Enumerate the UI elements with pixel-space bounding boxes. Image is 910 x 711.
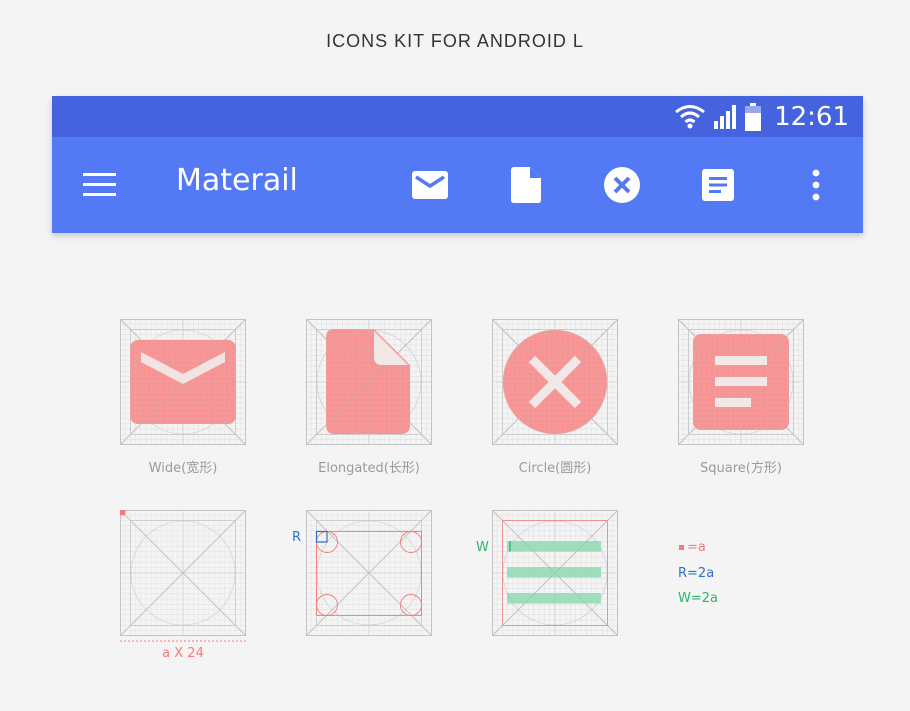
document-button[interactable]: [506, 165, 546, 205]
menu-button[interactable]: [83, 173, 117, 197]
unit-dimension-line: [120, 640, 246, 642]
overflow-menu-button[interactable]: [796, 165, 836, 205]
circle-shape-label: Circle(圆形): [518, 461, 592, 476]
page-title: ICONS KIT FOR ANDROID L: [326, 31, 584, 51]
wide-shape-label: Wide(宽形): [148, 461, 218, 476]
close-circle-icon: [604, 167, 640, 203]
square-shape-grid: [678, 319, 804, 445]
menu-icon-bar: [83, 193, 116, 196]
close-button[interactable]: [602, 165, 642, 205]
legend-unit-text: =a: [687, 540, 706, 555]
mail-button[interactable]: [410, 165, 450, 205]
menu-icon-bar: [83, 183, 116, 186]
elongated-shape-label: Elongated(长形): [318, 461, 420, 476]
app-title: Materail: [176, 163, 298, 198]
wide-shape-grid: [120, 319, 246, 445]
note-button[interactable]: [698, 165, 738, 205]
width-marker: W: [476, 540, 489, 555]
unit-swatch: [679, 545, 684, 550]
status-bar: 12:61: [52, 96, 863, 137]
legend-radius: R=2a: [678, 566, 715, 581]
status-time: 12:61: [774, 101, 849, 132]
app-bar: Materail: [52, 137, 863, 233]
phone-mockup: 12:61 Materail: [52, 96, 863, 233]
menu-icon: [83, 173, 116, 176]
radius-grid: [306, 510, 432, 636]
radius-marker: R: [292, 530, 302, 545]
status-icons: 12:61: [674, 96, 849, 137]
unit-caption: a X 24: [162, 646, 204, 661]
square-shape-label: Square(方形): [700, 461, 782, 476]
unit-grid: [120, 510, 246, 636]
document-icon: [511, 167, 541, 203]
circle-shape-grid: [492, 319, 618, 445]
signal-icon: [714, 104, 737, 129]
wifi-icon: [675, 104, 705, 128]
width-grid: [492, 510, 618, 636]
battery-icon: [745, 102, 762, 131]
note-icon: [702, 169, 734, 201]
legend-width: W=2a: [678, 591, 718, 606]
mail-icon: [412, 171, 448, 199]
legend-unit: =a: [679, 540, 706, 555]
more-vert-icon: [812, 169, 820, 201]
elongated-shape-grid: [306, 319, 432, 445]
